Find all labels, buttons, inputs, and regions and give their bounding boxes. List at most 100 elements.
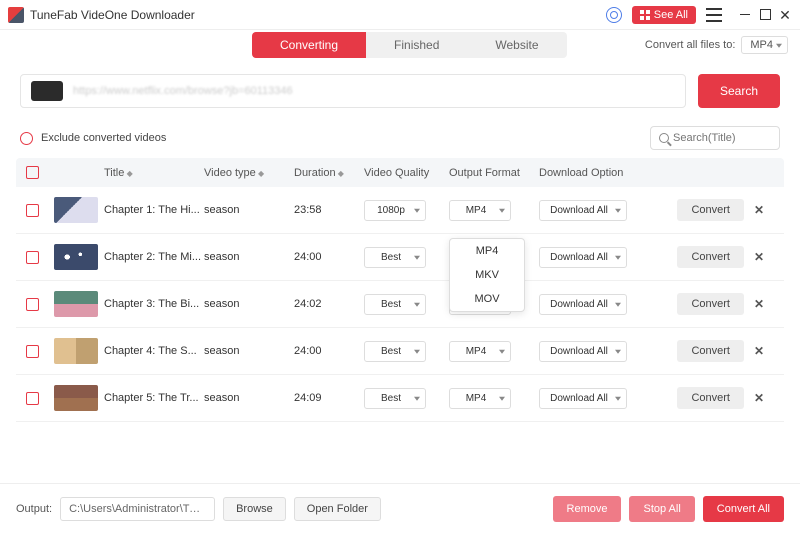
- remove-row-icon[interactable]: ✕: [754, 344, 764, 358]
- user-icon[interactable]: [606, 7, 622, 23]
- convert-button[interactable]: Convert: [677, 387, 744, 409]
- footer-bar: Output: C:\Users\Administrator\Tun... Br…: [0, 483, 800, 533]
- video-thumbnail: [54, 291, 98, 317]
- title-search-input[interactable]: [673, 132, 771, 144]
- see-all-label: See All: [654, 9, 688, 21]
- convert-all-format-select[interactable]: MP4: [741, 36, 788, 54]
- minimize-button[interactable]: [738, 8, 752, 22]
- search-icon: [659, 133, 669, 143]
- convert-all-label: Convert all files to:: [645, 39, 735, 51]
- quality-select[interactable]: Best: [364, 341, 426, 362]
- hamburger-icon[interactable]: [706, 8, 722, 22]
- maximize-button[interactable]: [758, 8, 772, 22]
- video-duration: 23:58: [294, 204, 364, 216]
- video-thumbnail: [54, 338, 98, 364]
- convert-button[interactable]: Convert: [677, 199, 744, 221]
- convert-all-button[interactable]: Convert All: [703, 496, 784, 522]
- video-duration: 24:02: [294, 298, 364, 310]
- download-option-select[interactable]: Download All: [539, 388, 627, 409]
- video-title: Chapter 1: The Hi...: [104, 204, 204, 216]
- quality-select[interactable]: 1080p: [364, 200, 426, 221]
- exclude-converted-label: Exclude converted videos: [41, 132, 166, 144]
- video-type: season: [204, 204, 294, 216]
- header-video-type[interactable]: Video type: [204, 167, 294, 179]
- url-input-bar[interactable]: https://www.netflix.com/browse?jb=601133…: [20, 74, 686, 108]
- stop-all-button[interactable]: Stop All: [629, 496, 694, 522]
- video-duration: 24:00: [294, 251, 364, 263]
- app-title: TuneFab VideOne Downloader: [30, 8, 195, 22]
- close-button[interactable]: ✕: [778, 8, 792, 22]
- table-row: Chapter 1: The Hi... season 23:58 1080p …: [16, 187, 784, 234]
- video-type: season: [204, 345, 294, 357]
- output-path-field[interactable]: C:\Users\Administrator\Tun...: [60, 497, 215, 521]
- search-button[interactable]: Search: [698, 74, 780, 108]
- tab-finished[interactable]: Finished: [366, 32, 467, 58]
- remove-row-icon[interactable]: ✕: [754, 391, 764, 405]
- site-badge-icon: [31, 81, 63, 101]
- quality-select[interactable]: Best: [364, 388, 426, 409]
- format-option-mp4[interactable]: MP4: [450, 239, 524, 263]
- remove-button[interactable]: Remove: [553, 496, 622, 522]
- video-thumbnail: [54, 385, 98, 411]
- download-option-select[interactable]: Download All: [539, 294, 627, 315]
- grid-icon: [640, 10, 650, 20]
- open-folder-button[interactable]: Open Folder: [294, 497, 381, 521]
- format-select[interactable]: MP4: [449, 388, 511, 409]
- download-option-select[interactable]: Download All: [539, 200, 627, 221]
- format-dropdown: MP4 MKV MOV: [449, 238, 525, 312]
- table-row: Chapter 4: The S... season 24:00 Best MP…: [16, 328, 784, 375]
- video-title: Chapter 4: The S...: [104, 345, 204, 357]
- remove-row-icon[interactable]: ✕: [754, 203, 764, 217]
- header-format: Output Format: [449, 167, 539, 179]
- video-thumbnail: [54, 244, 98, 270]
- see-all-button[interactable]: See All: [632, 6, 696, 24]
- row-checkbox[interactable]: [26, 204, 39, 217]
- row-checkbox[interactable]: [26, 345, 39, 358]
- tab-website[interactable]: Website: [467, 32, 566, 58]
- url-search-section: https://www.netflix.com/browse?jb=601133…: [0, 60, 800, 122]
- header-duration[interactable]: Duration: [294, 167, 364, 179]
- table-header: Title Video type Duration Video Quality …: [16, 158, 784, 187]
- filter-row: Exclude converted videos: [0, 122, 800, 158]
- tabs-row: Converting Finished Website Convert all …: [0, 30, 800, 60]
- video-duration: 24:09: [294, 392, 364, 404]
- output-label: Output:: [16, 503, 52, 515]
- convert-button[interactable]: Convert: [677, 340, 744, 362]
- remove-row-icon[interactable]: ✕: [754, 297, 764, 311]
- title-search-box[interactable]: [650, 126, 780, 150]
- download-option-select[interactable]: Download All: [539, 341, 627, 362]
- row-checkbox[interactable]: [26, 298, 39, 311]
- header-title[interactable]: Title: [104, 167, 204, 179]
- row-checkbox[interactable]: [26, 392, 39, 405]
- video-title: Chapter 5: The Tr...: [104, 392, 204, 404]
- video-type: season: [204, 392, 294, 404]
- format-select[interactable]: MP4: [449, 341, 511, 362]
- row-checkbox[interactable]: [26, 251, 39, 264]
- url-text: https://www.netflix.com/browse?jb=601133…: [73, 85, 293, 97]
- format-option-mov[interactable]: MOV: [450, 287, 524, 311]
- table-row: Chapter 5: The Tr... season 24:09 Best M…: [16, 375, 784, 422]
- convert-button[interactable]: Convert: [677, 246, 744, 268]
- remove-row-icon[interactable]: ✕: [754, 250, 764, 264]
- video-type: season: [204, 298, 294, 310]
- quality-select[interactable]: Best: [364, 247, 426, 268]
- titlebar: TuneFab VideOne Downloader See All ✕: [0, 0, 800, 30]
- video-title: Chapter 2: The Mi...: [104, 251, 204, 263]
- format-option-mkv[interactable]: MKV: [450, 263, 524, 287]
- header-download: Download Option: [539, 167, 639, 179]
- tab-converting[interactable]: Converting: [252, 32, 366, 58]
- exclude-converted-checkbox[interactable]: [20, 132, 33, 145]
- format-select[interactable]: MP4: [449, 200, 511, 221]
- main-tabs: Converting Finished Website: [252, 32, 567, 58]
- quality-select[interactable]: Best: [364, 294, 426, 315]
- convert-button[interactable]: Convert: [677, 293, 744, 315]
- header-quality: Video Quality: [364, 167, 449, 179]
- select-all-checkbox[interactable]: [26, 166, 39, 179]
- app-logo-icon: [8, 7, 24, 23]
- browse-button[interactable]: Browse: [223, 497, 286, 521]
- table-row: Chapter 2: The Mi... season 24:00 Best M…: [16, 234, 784, 281]
- video-duration: 24:00: [294, 345, 364, 357]
- table-row: Chapter 3: The Bi... season 24:02 Best M…: [16, 281, 784, 328]
- download-option-select[interactable]: Download All: [539, 247, 627, 268]
- video-title: Chapter 3: The Bi...: [104, 298, 204, 310]
